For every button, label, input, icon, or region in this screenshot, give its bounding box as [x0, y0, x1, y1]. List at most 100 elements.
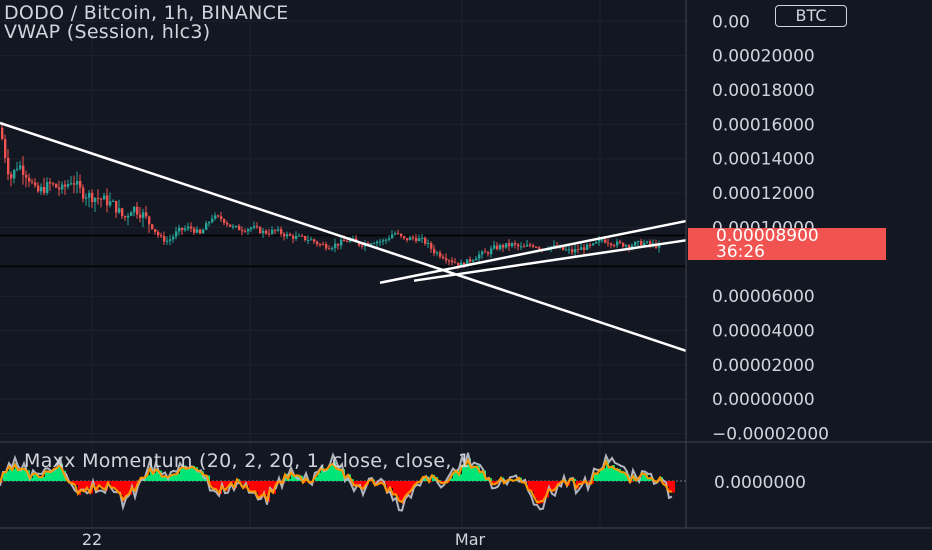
- candle-body: [469, 259, 472, 262]
- candle-body: [169, 239, 172, 241]
- candle-body: [19, 165, 22, 169]
- indicator-axis-label: 0.0000000: [714, 473, 806, 493]
- candle-body: [571, 249, 574, 253]
- candle-body: [490, 248, 493, 254]
- candle-body: [403, 236, 406, 239]
- candle-body: [451, 260, 454, 263]
- candle-body: [148, 216, 151, 225]
- candle-body: [607, 242, 610, 244]
- histogram-bar: [471, 466, 474, 481]
- candle-body: [229, 224, 232, 227]
- candle-body: [436, 252, 439, 254]
- candle-body: [388, 238, 391, 240]
- candle-body: [94, 198, 97, 203]
- y-tick-label: 0.00002000: [712, 356, 815, 376]
- candle-body: [25, 174, 28, 178]
- candle-body: [73, 183, 76, 185]
- candle-body: [217, 215, 220, 217]
- candle-body: [214, 215, 217, 219]
- candle-body: [565, 249, 568, 251]
- candle-body: [328, 248, 331, 250]
- candle-body: [124, 216, 127, 218]
- candle-body: [457, 262, 460, 266]
- candle-body: [361, 245, 364, 247]
- candle-body: [223, 219, 226, 223]
- candle-body: [643, 242, 646, 246]
- trendline[interactable]: [379, 219, 687, 284]
- candle-body: [592, 243, 595, 246]
- candle-body: [304, 235, 307, 241]
- candle-body: [637, 240, 640, 243]
- candle-body: [406, 238, 409, 241]
- candle-body: [43, 186, 46, 193]
- candle-body: [127, 215, 130, 218]
- candle-body: [178, 227, 181, 232]
- candle-body: [97, 198, 100, 200]
- candle-body: [64, 184, 67, 187]
- candle-body: [391, 234, 394, 239]
- candle-body: [526, 244, 529, 247]
- candle-body: [265, 230, 268, 234]
- candle-body: [163, 235, 166, 242]
- candle-body: [151, 224, 154, 230]
- candle-body: [640, 240, 643, 246]
- candle-body: [34, 182, 37, 186]
- candle-body: [370, 243, 373, 245]
- vwap-legend[interactable]: VWAP (Session, hlc3): [4, 21, 211, 43]
- candle-body: [259, 227, 262, 234]
- candle-body: [424, 237, 427, 244]
- candle-body: [418, 238, 421, 242]
- candle-body: [7, 157, 10, 175]
- candle-body: [283, 233, 286, 237]
- candle-body: [538, 247, 541, 249]
- candle-body: [412, 237, 415, 239]
- candle-body: [586, 244, 589, 250]
- y-tick-label: 0.00006000: [712, 287, 815, 307]
- candle-body: [109, 201, 112, 206]
- candle-body: [244, 231, 247, 233]
- y-tick-label: 0.00012000: [712, 184, 815, 204]
- grid-lines: [0, 0, 686, 528]
- candle-body: [139, 214, 142, 218]
- candle-body: [379, 241, 382, 243]
- candle-body: [322, 244, 325, 246]
- candle-body: [100, 198, 103, 200]
- candle-body: [166, 240, 169, 242]
- candle-body: [274, 229, 277, 231]
- candle-body: [256, 226, 259, 228]
- candle-body: [334, 243, 337, 248]
- candle-body: [295, 235, 298, 239]
- candle-body: [454, 262, 457, 264]
- trendline-group[interactable]: [0, 121, 687, 352]
- candle-body: [211, 218, 214, 223]
- trendline[interactable]: [0, 121, 687, 352]
- candle-body: [1, 127, 4, 140]
- last-price-tag: 0.00008900 36:26: [688, 228, 886, 261]
- candle-body: [16, 168, 19, 170]
- candle-body: [346, 241, 349, 243]
- candle-body: [238, 225, 241, 231]
- candle-body: [157, 231, 160, 236]
- candle-body: [250, 227, 253, 229]
- y-tick-label: 0.00014000: [712, 150, 815, 170]
- candle-body: [472, 260, 475, 262]
- candle-body: [235, 225, 238, 227]
- candle-body: [88, 192, 91, 198]
- candle-body: [112, 200, 115, 202]
- candle-body: [574, 249, 577, 253]
- candle-body: [220, 216, 223, 220]
- candle-body: [508, 243, 511, 247]
- candle-body: [310, 239, 313, 241]
- candle-body: [616, 241, 619, 246]
- candle-body: [262, 230, 265, 234]
- candle-body: [601, 239, 604, 241]
- candle-body: [103, 195, 106, 200]
- candle-body: [484, 251, 487, 253]
- candle-body: [76, 180, 79, 185]
- indicator-legend[interactable]: Maxx Momentum (20, 2, 20, 1, close, clos…: [24, 450, 470, 472]
- candle-body: [595, 241, 598, 244]
- candle-body: [307, 239, 310, 241]
- currency-badge[interactable]: BTC: [775, 5, 847, 27]
- candle-body: [175, 231, 178, 237]
- candle-body: [634, 242, 637, 246]
